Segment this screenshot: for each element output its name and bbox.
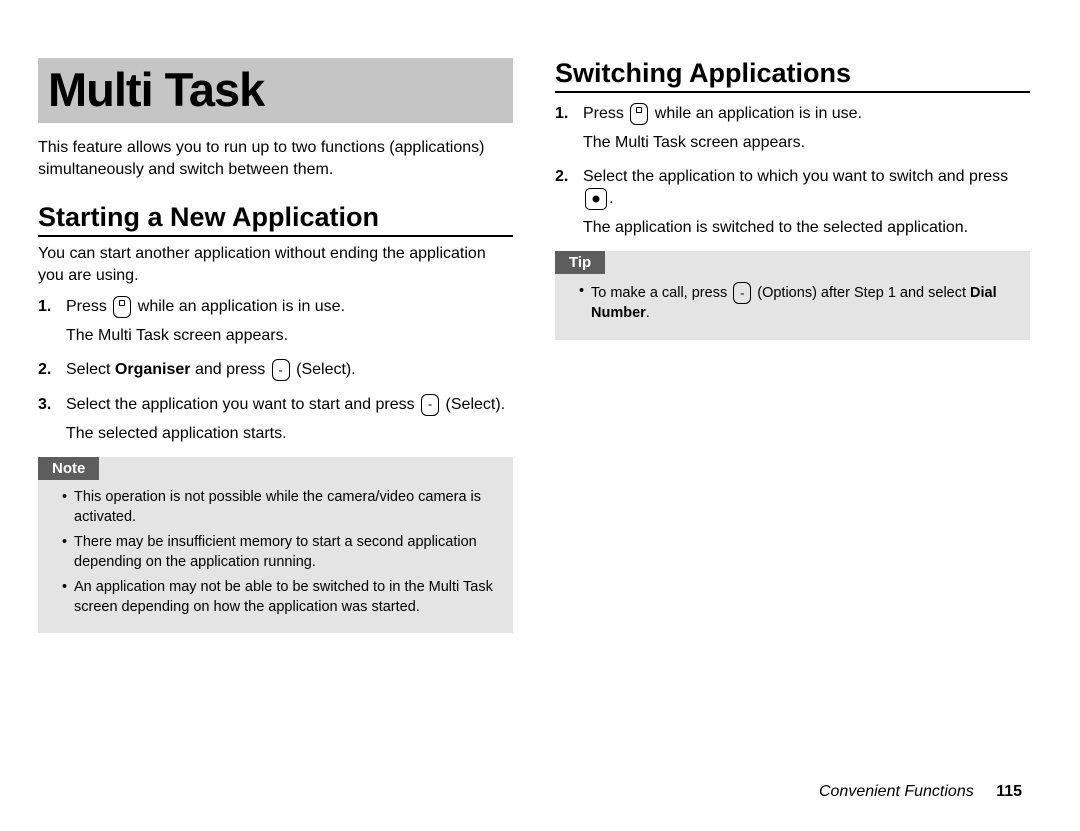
softkey-icon [421, 394, 439, 416]
step-2-bold: Organiser [115, 362, 191, 379]
section-heading-switching: Switching Applications [555, 58, 1030, 93]
note-label: Note [38, 457, 99, 480]
step-3-note: The selected application starts. [66, 423, 513, 445]
step-1-text-a: Press [66, 299, 111, 316]
softkey-icon [733, 282, 751, 304]
steps-switching: Press while an application is in use. Th… [555, 103, 1030, 239]
page-number: 115 [996, 783, 1022, 800]
section-heading-starting: Starting a New Application [38, 202, 513, 237]
center-key-icon [585, 188, 607, 210]
tip-text-c: . [646, 305, 650, 321]
app-key-icon [630, 103, 648, 125]
chapter-intro: This feature allows you to run up to two… [38, 137, 513, 180]
step-1-text-b: while an application is in use. [133, 299, 345, 316]
step-1-note: The Multi Task screen appears. [583, 132, 1030, 154]
tip-label: Tip [555, 251, 605, 274]
tip-callout: Tip To make a call, press (Options) afte… [555, 251, 1030, 340]
step-2-text-a: Select the application to which you want… [583, 168, 1008, 185]
chapter-title: Multi Task [38, 58, 513, 123]
note-callout: Note This operation is not possible whil… [38, 457, 513, 633]
softkey-icon [272, 359, 290, 381]
tip-text-a: To make a call, press [591, 285, 731, 301]
step-1-note: The Multi Task screen appears. [66, 325, 513, 347]
app-key-icon [113, 296, 131, 318]
page: Multi Task This feature allows you to ru… [0, 0, 1080, 633]
step-2: Select the application to which you want… [555, 166, 1030, 239]
page-footer: Convenient Functions 115 [819, 783, 1022, 801]
step-2-text-b: . [609, 191, 613, 208]
step-1-text-a: Press [583, 105, 628, 122]
step-2: Select Organiser and press (Select). [38, 359, 513, 382]
tip-text-b: (Options) after Step 1 and select [753, 285, 970, 301]
footer-chapter: Convenient Functions [819, 783, 974, 800]
step-2-text-b: and press [191, 362, 270, 379]
section-intro-starting: You can start another application withou… [38, 243, 513, 286]
steps-starting: Press while an application is in use. Th… [38, 296, 513, 445]
left-column: Multi Task This feature allows you to ru… [38, 58, 513, 633]
note-item: An application may not be able to be swi… [62, 578, 499, 617]
note-item: There may be insufficient memory to star… [62, 533, 499, 572]
step-3: Select the application you want to start… [38, 394, 513, 445]
step-1: Press while an application is in use. Th… [555, 103, 1030, 154]
step-2-text-a: Select [66, 362, 115, 379]
note-item: This operation is not possible while the… [62, 488, 499, 527]
step-2-text-c: (Select). [292, 362, 356, 379]
tip-list: To make a call, press (Options) after St… [555, 282, 1030, 324]
step-3-text-a: Select the application you want to start… [66, 396, 419, 413]
step-1-text-b: while an application is in use. [650, 105, 862, 122]
note-list: This operation is not possible while the… [38, 488, 513, 617]
right-column: Switching Applications Press while an ap… [555, 58, 1030, 633]
tip-item: To make a call, press (Options) after St… [579, 282, 1016, 324]
step-3-text-b: (Select). [441, 396, 505, 413]
step-1: Press while an application is in use. Th… [38, 296, 513, 347]
step-2-note: The application is switched to the selec… [583, 217, 1030, 239]
